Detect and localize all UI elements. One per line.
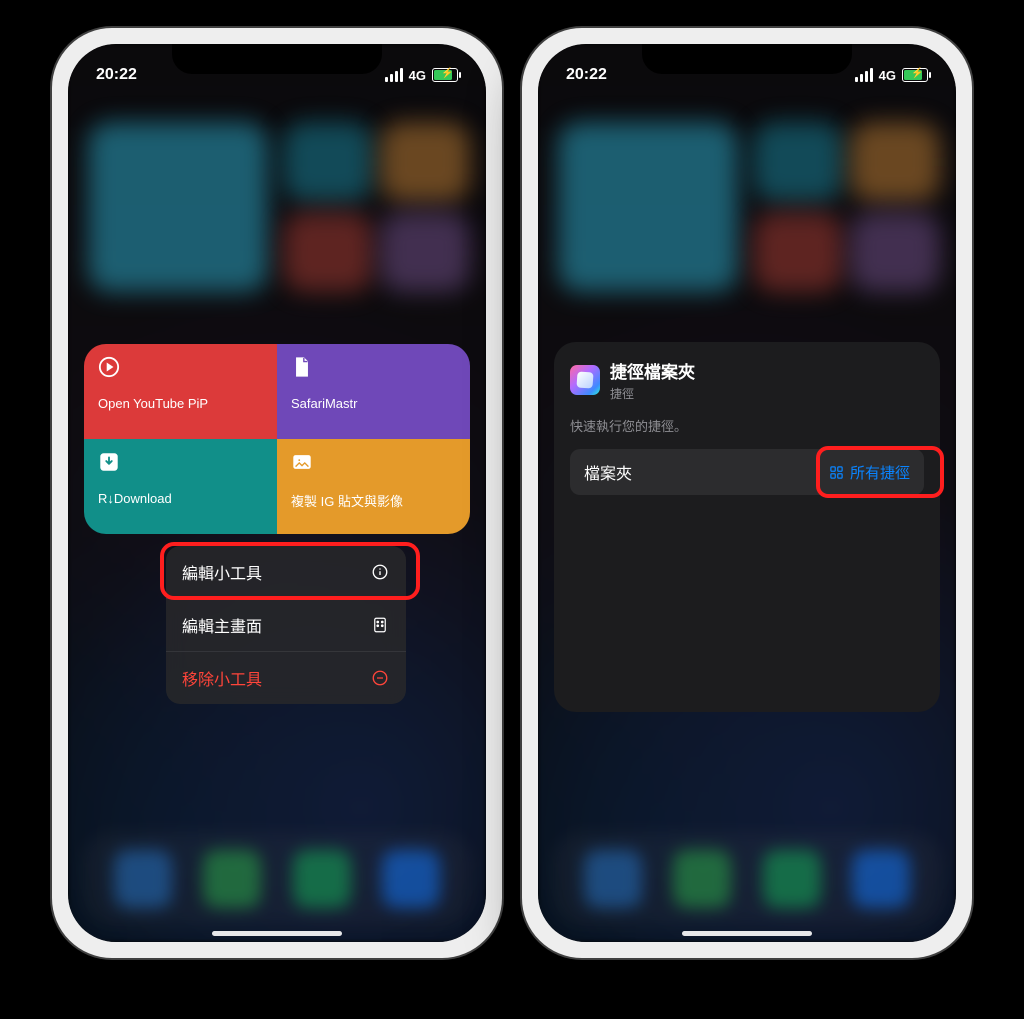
tile-label: Open YouTube PiP [98,396,263,411]
menu-edit-widget[interactable]: 編輯小工具 [166,546,406,599]
shortcut-tile-rdownload[interactable]: R↓Download [84,439,277,534]
ghost-widget [558,122,738,292]
row-label: 檔案夾 [584,460,632,484]
widget-editor-card: 捷徑檔案夾 捷徑 快速執行您的捷徑。 檔案夾 所有捷徑 [554,342,940,712]
row-value[interactable]: 所有捷徑 [829,462,910,483]
shortcuts-widget[interactable]: Open YouTube PiP SafariMastr R↓Download [84,344,470,534]
shortcut-tile-open-youtube-pip[interactable]: Open YouTube PiP [84,344,277,439]
tile-label: R↓Download [98,491,263,506]
play-circle-icon [98,356,120,378]
download-box-icon [98,451,120,473]
ghost-widget [88,122,268,292]
grid-icon [829,465,844,480]
ghost-widget [380,122,470,202]
editor-description: 快速執行您的捷徑。 [570,416,924,435]
image-icon [291,451,313,473]
ghost-widget [850,122,940,202]
dock-app[interactable] [114,850,172,908]
dock [552,832,942,926]
tile-label: 複製 IG 貼文與影像 [291,491,456,510]
context-menu: 編輯小工具 編輯主畫面 移除小工具 [166,546,406,704]
minus-circle-icon [370,668,390,688]
dock-app[interactable] [382,850,440,908]
info-circle-icon [370,562,390,582]
apps-grid-icon [370,615,390,635]
menu-edit-home[interactable]: 編輯主畫面 [166,599,406,652]
dock-app[interactable] [763,850,821,908]
home-indicator[interactable] [212,931,342,936]
dock [82,832,472,926]
signal-icon [385,68,403,82]
editor-title: 捷徑檔案夾 [610,358,695,383]
screen-right: 20:22 4G ⚡ 捷徑檔案夾 捷徑 快速執行您的捷徑。 [538,44,956,942]
menu-item-label: 移除小工具 [182,666,262,690]
network-label: 4G [879,68,896,83]
menu-item-label: 編輯主畫面 [182,613,262,637]
menu-remove-widget[interactable]: 移除小工具 [166,652,406,704]
dock-app[interactable] [584,850,642,908]
ghost-widget [850,212,940,292]
signal-icon [855,68,873,82]
ghost-widget [380,212,470,292]
document-icon [291,356,313,378]
tile-label: SafariMastr [291,396,456,411]
screen-left: 20:22 4G ⚡ Open YouTube PiP [68,44,486,942]
editor-folder-row[interactable]: 檔案夾 所有捷徑 [570,449,924,495]
ghost-widget [283,122,373,202]
ghost-widget [753,122,843,202]
row-value-text: 所有捷徑 [850,462,910,483]
ghost-widget [753,212,843,292]
menu-item-label: 編輯小工具 [182,560,262,584]
battery-icon: ⚡ [902,68,928,82]
home-indicator[interactable] [682,931,812,936]
status-time: 20:22 [96,66,137,84]
dock-app[interactable] [852,850,910,908]
network-label: 4G [409,68,426,83]
notch [642,44,852,74]
dock-app[interactable] [293,850,351,908]
dock-app[interactable] [203,850,261,908]
shortcut-tile-safarimastr[interactable]: SafariMastr [277,344,470,439]
editor-subtitle: 捷徑 [610,385,695,402]
phone-right: 20:22 4G ⚡ 捷徑檔案夾 捷徑 快速執行您的捷徑。 [522,28,972,958]
battery-icon: ⚡ [432,68,458,82]
status-time: 20:22 [566,66,607,84]
shortcuts-app-icon [570,365,600,395]
phone-left: 20:22 4G ⚡ Open YouTube PiP [52,28,502,958]
dock-app[interactable] [673,850,731,908]
ghost-widget [283,212,373,292]
notch [172,44,382,74]
shortcut-tile-copy-ig[interactable]: 複製 IG 貼文與影像 [277,439,470,534]
